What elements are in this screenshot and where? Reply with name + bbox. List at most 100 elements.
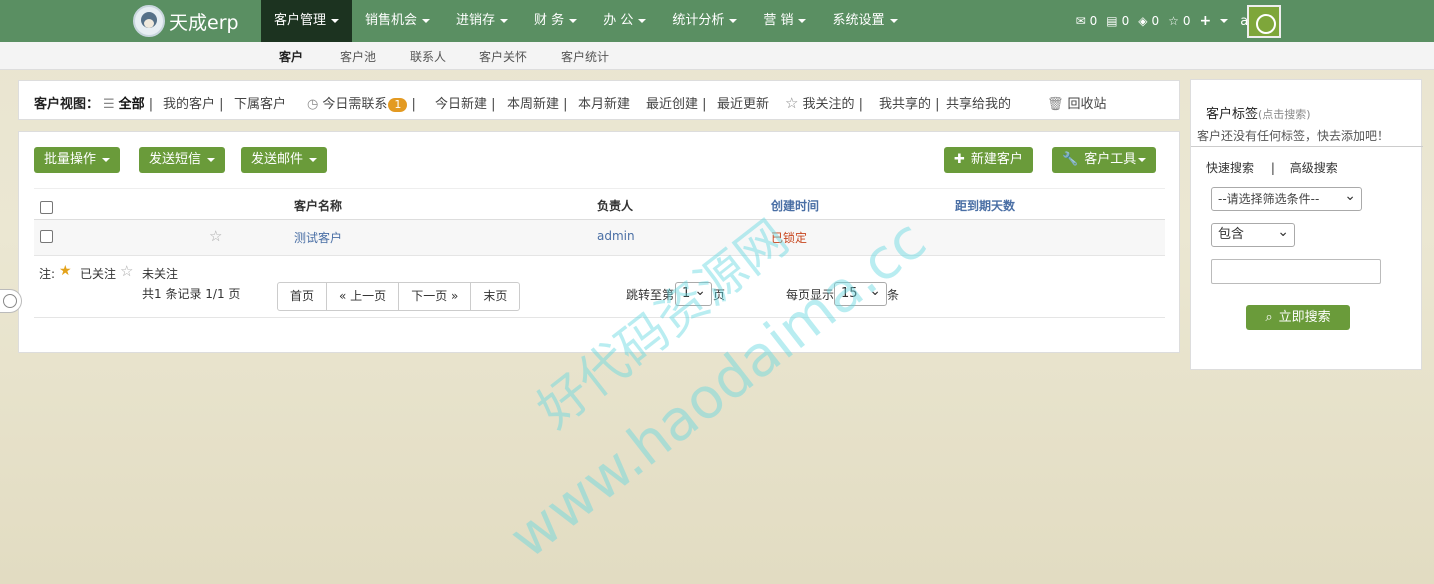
add-menu[interactable]: + — [1200, 13, 1229, 29]
subnav-customer-pool[interactable]: 客户池 — [340, 48, 376, 65]
first-page-button[interactable]: 首页 — [278, 283, 328, 310]
operator-select[interactable]: 包含 — [1211, 221, 1295, 247]
per-page-label: 每页显示 — [786, 288, 835, 302]
legend-label: 注: — [39, 267, 56, 281]
search-value-input[interactable] — [1211, 259, 1381, 284]
plus-icon: + — [1199, 13, 1212, 29]
view-today-contact[interactable]: ◷ 今日需联系 1 | — [307, 93, 416, 112]
table-header: 客户名称 负责人 创建时间 距到期天数 — [34, 188, 1165, 220]
follow-star-icon[interactable]: ☆ — [209, 227, 222, 245]
subnav-customer-stats[interactable]: 客户统计 — [561, 48, 609, 65]
caret-down-icon — [422, 18, 431, 23]
customer-name-link[interactable]: 测试客户 — [294, 229, 342, 246]
pagination: 首页 « 上一页 下一页 » 末页 — [277, 282, 521, 311]
jump-page-select[interactable]: 1 — [675, 280, 712, 306]
new-customer-button[interactable]: ✚ 新建客户 — [944, 147, 1033, 173]
star-tool[interactable]: ☆ 0 — [1168, 14, 1190, 28]
diamond-tool[interactable]: ◈ 0 — [1138, 14, 1159, 28]
nav-statistics[interactable]: 统计分析 — [659, 0, 750, 42]
view-subordinate[interactable]: 下属客户 — [234, 93, 286, 112]
mail-tool[interactable]: ✉ 0 — [1076, 14, 1098, 28]
tab-separator: | — [1270, 161, 1275, 175]
customer-list-panel: 批量操作 发送短信 发送邮件 ✚ 新建客户 🔧 客户工具 客户名称 负责人 创建时间… — [18, 131, 1180, 353]
view-all[interactable]: ☰ 全部 | — [103, 93, 153, 112]
customer-view-bar: 客户视图： ☰ 全部 | 我的客户 | 下属客户 ◷ 今日需联系 1 | 今日新建 |… — [18, 80, 1180, 120]
nav-office[interactable]: 办 公 — [590, 0, 659, 42]
caret-down-icon — [309, 157, 318, 162]
card-tool[interactable]: ▤ 0 — [1106, 14, 1129, 28]
prev-page-button[interactable]: « 上一页 — [327, 283, 400, 310]
avatar[interactable] — [1247, 5, 1281, 38]
nav-marketing[interactable]: 营 销 — [750, 0, 819, 42]
subnav-customer-care[interactable]: 客户关怀 — [479, 48, 527, 65]
batch-operation-button[interactable]: 批量操作 — [34, 147, 121, 173]
envelope-icon: ✉ — [1075, 14, 1086, 28]
diamond-icon: ◈ — [1138, 14, 1148, 28]
search-tabs: 快速搜索 | 高级搜索 — [1206, 159, 1338, 176]
legend-unfollowed: 未关注 — [142, 267, 179, 281]
tab-advanced-search[interactable]: 高级搜索 — [1290, 161, 1338, 175]
view-mine[interactable]: 我的客户 | — [163, 93, 224, 112]
table-row: ☆ 测试客户 admin 已锁定 — [34, 220, 1165, 256]
tab-quick-search[interactable]: 快速搜索 — [1206, 161, 1254, 175]
view-label: 客户视图： — [34, 97, 100, 112]
per-page-suffix: 条 — [887, 288, 900, 302]
caret-down-icon — [500, 18, 509, 23]
filter-condition-select[interactable]: --请选择筛选条件-- — [1211, 185, 1362, 211]
view-following[interactable]: ☆ 我关注的 | — [785, 93, 863, 112]
col-owner[interactable]: 负责人 — [597, 197, 633, 214]
caret-down-icon — [102, 157, 111, 162]
search-now-button[interactable]: ⌕ 立即搜索 — [1246, 305, 1350, 330]
view-my-shared[interactable]: 我共享的 | — [879, 93, 940, 112]
nav-inventory[interactable]: 进销存 — [443, 0, 521, 42]
send-email-button[interactable]: 发送邮件 — [241, 147, 328, 173]
locked-status: 已锁定 — [771, 231, 808, 245]
tags-empty-message: 客户还没有任何标签，快去添加吧！ — [1197, 129, 1390, 143]
plus-icon: ✚ — [954, 152, 965, 167]
send-sms-button[interactable]: 发送短信 — [139, 147, 226, 173]
view-recent-created[interactable]: 最近创建 | — [646, 93, 707, 112]
search-icon: ⌕ — [1265, 310, 1273, 325]
star-filled-icon: ★ — [59, 263, 72, 279]
app-title: 天成erp — [169, 11, 239, 34]
nav-finance[interactable]: 财 务 — [521, 0, 590, 42]
caret-down-icon — [889, 18, 898, 23]
per-page-select[interactable]: 15 — [834, 280, 887, 306]
col-customer-name[interactable]: 客户名称 — [294, 197, 342, 214]
jump-suffix: 页 — [713, 288, 726, 302]
view-recent-updated[interactable]: 最近更新 — [717, 93, 769, 112]
legend-followed: 已关注 — [80, 267, 117, 281]
col-days-to-expire[interactable]: 距到期天数 — [955, 197, 1015, 214]
app-logo[interactable]: 天成erp — [133, 4, 239, 38]
subnav-contacts[interactable]: 联系人 — [410, 48, 446, 65]
subnav-customer[interactable]: 客户 — [279, 48, 303, 65]
view-today-new[interactable]: 今日新建 | — [435, 93, 496, 112]
caret-down-icon — [638, 18, 647, 23]
sub-nav: 客户 客户池 联系人 客户关怀 客户统计 — [0, 42, 1434, 70]
table-footer: 注: ★ 已关注 ☆ 未关注 共1 条记录 1/1 页 首页 « 上一页 下一页… — [34, 256, 1165, 318]
last-page-button[interactable]: 末页 — [471, 283, 519, 310]
view-recycle-bin[interactable]: 🗑 回收站 — [1047, 93, 1107, 112]
view-shared-to-me[interactable]: 共享给我的 — [946, 93, 1011, 112]
list-icon: ☰ — [103, 97, 115, 112]
row-checkbox[interactable] — [40, 230, 53, 243]
view-month-new[interactable]: 本月新建 — [578, 93, 630, 112]
jump-label: 跳转至第 — [626, 288, 675, 302]
owner-link[interactable]: admin — [597, 229, 635, 243]
record-count: 共1 条记录 1/1 页 — [142, 287, 241, 301]
clock-icon: ◷ — [307, 97, 319, 112]
caret-down-icon — [569, 18, 578, 23]
next-page-button[interactable]: 下一页 » — [399, 283, 472, 310]
caret-down-icon — [207, 157, 216, 162]
nav-sales-opportunity[interactable]: 销售机会 — [352, 0, 443, 42]
nav-system-settings[interactable]: 系统设置 — [819, 0, 910, 42]
divider — [1191, 146, 1423, 147]
card-icon: ▤ — [1106, 14, 1118, 28]
customer-tools-button[interactable]: 🔧 客户工具 — [1052, 147, 1157, 173]
caret-down-icon — [729, 18, 738, 23]
view-week-new[interactable]: 本周新建 | — [507, 93, 568, 112]
tags-title[interactable]: 客户标签(点击搜索) — [1206, 103, 1311, 122]
nav-customer-management[interactable]: 客户管理 — [261, 0, 353, 42]
select-all-checkbox[interactable] — [40, 201, 53, 214]
col-created-time[interactable]: 创建时间 — [771, 197, 819, 214]
